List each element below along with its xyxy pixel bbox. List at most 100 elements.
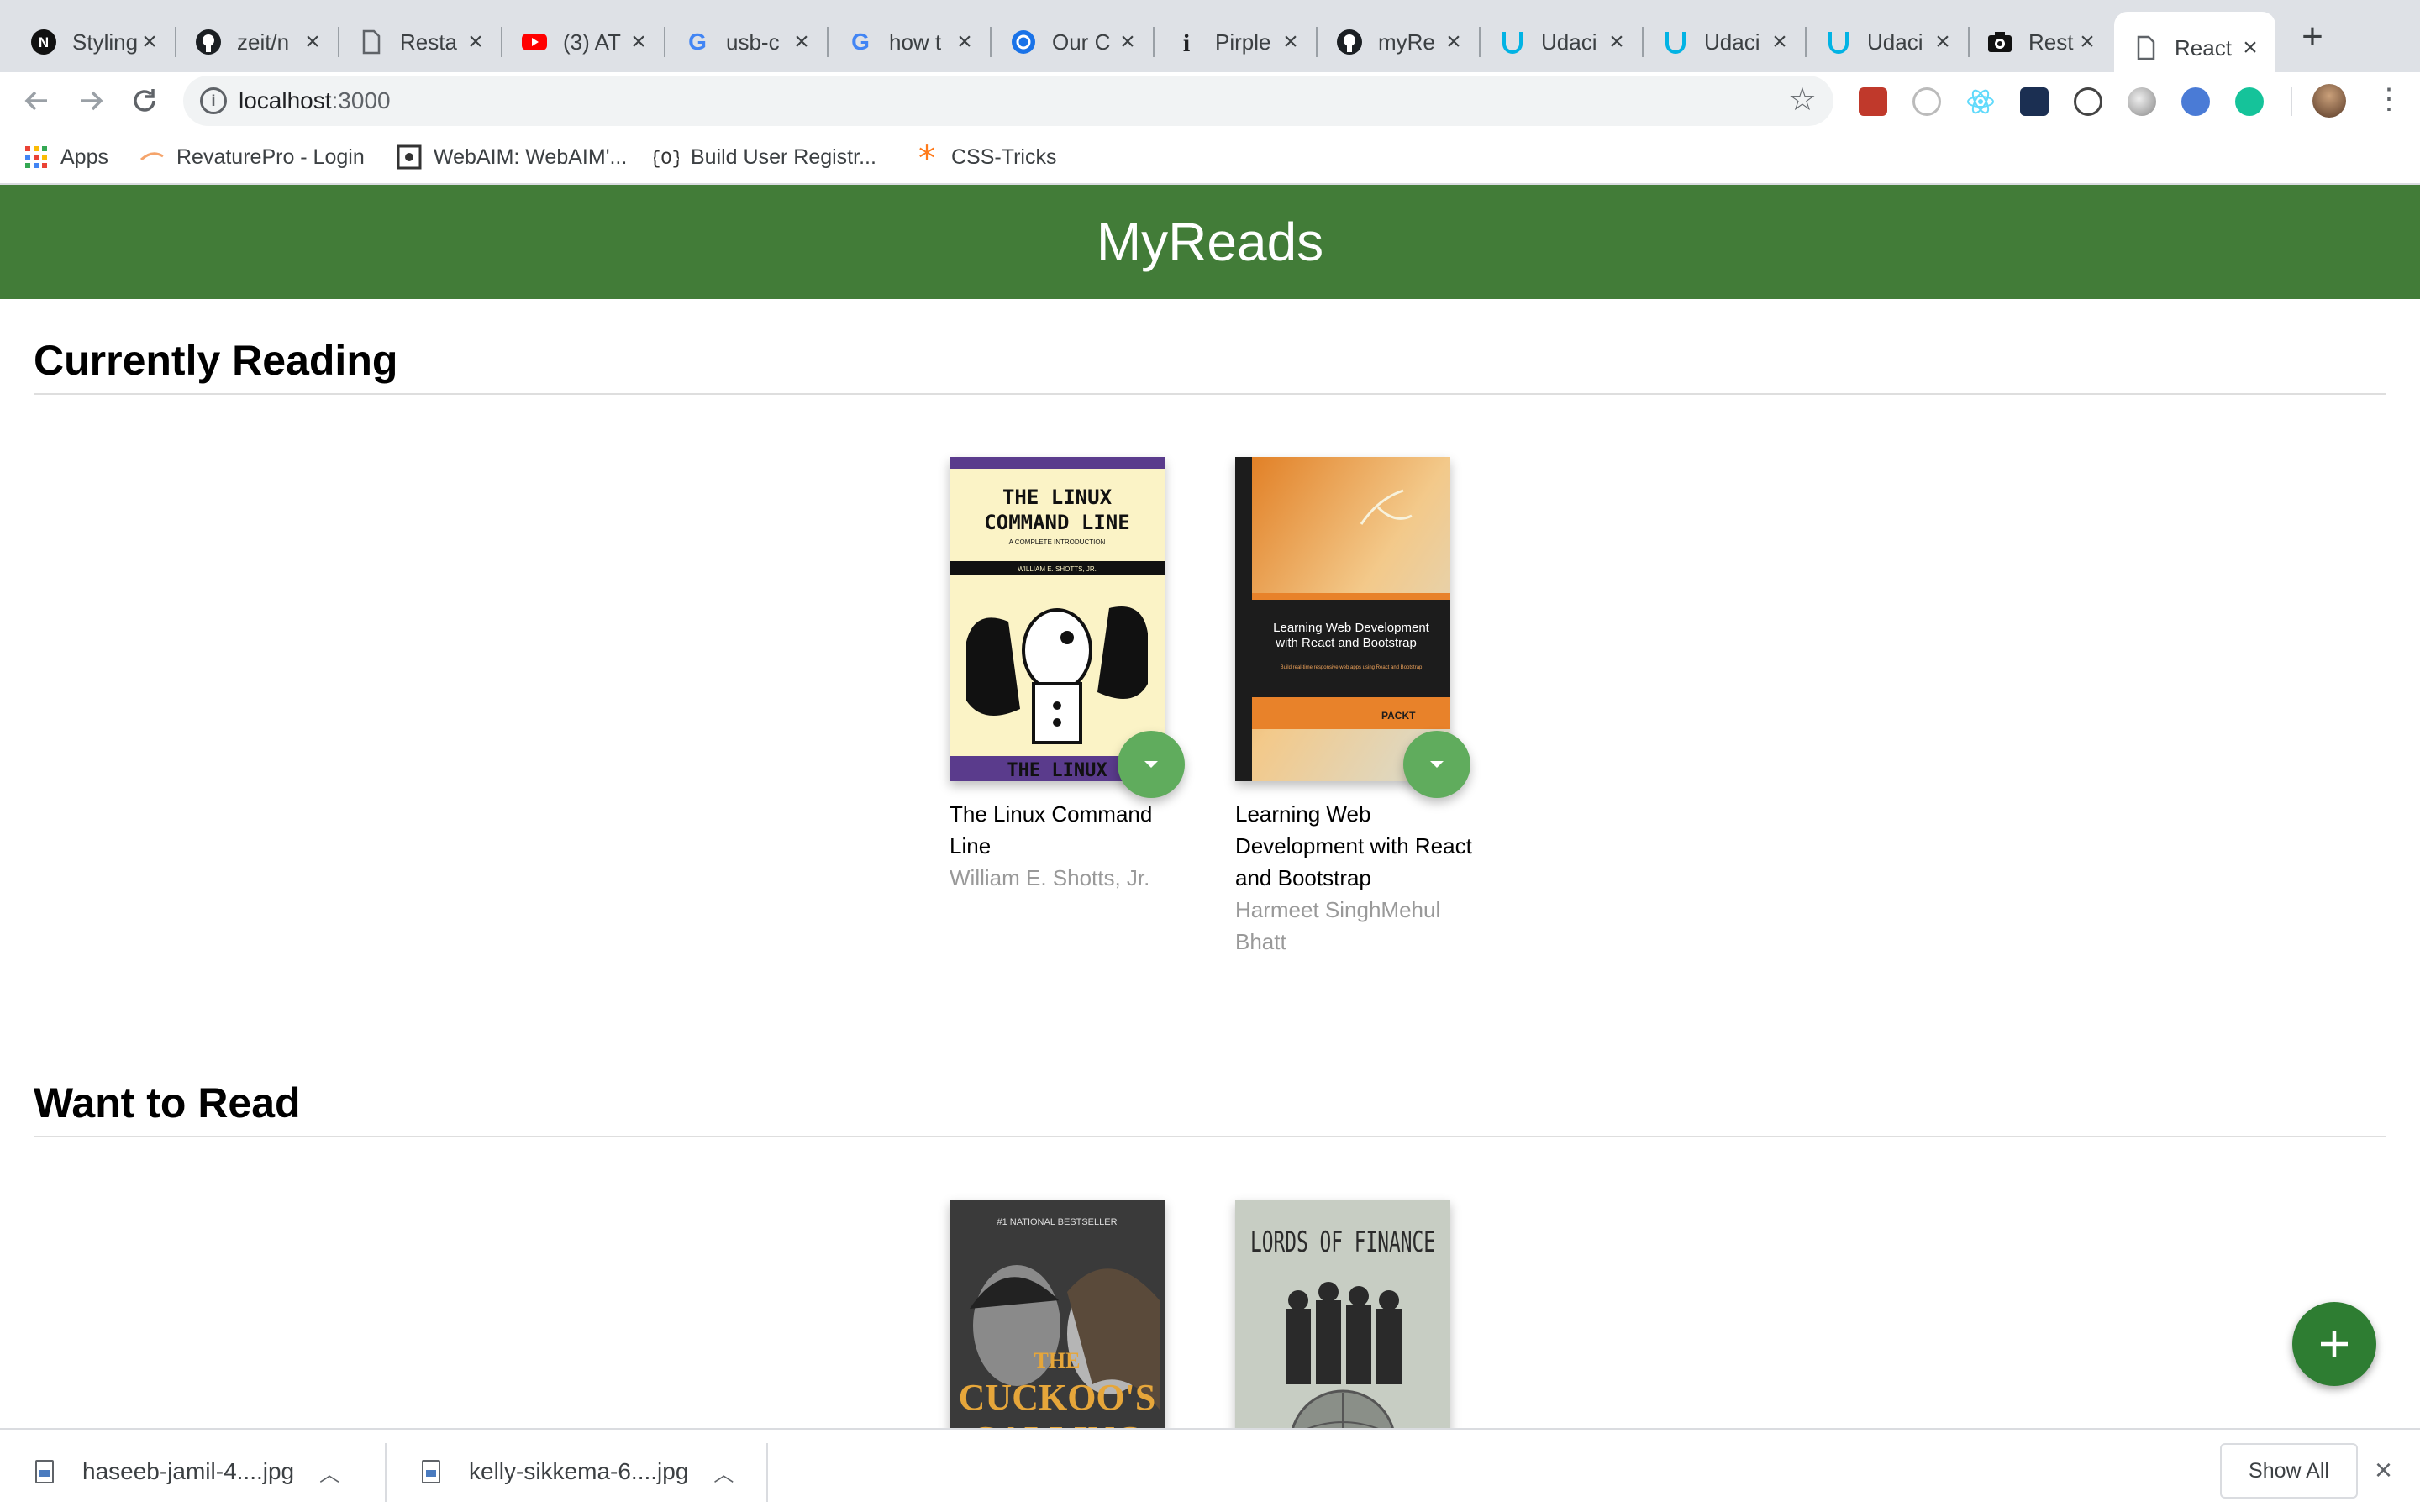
tab-close-icon[interactable]: × xyxy=(1116,29,1139,55)
bookmark-label: Apps xyxy=(60,144,108,169)
bookmark-label: CSS-Tricks xyxy=(951,144,1057,169)
bookmark-css-tricks[interactable]: * CSS-Tricks xyxy=(914,143,1056,171)
download-item[interactable]: haseeb-jamil-4....jpg ︿ xyxy=(0,1430,383,1512)
tab-close-icon[interactable]: × xyxy=(627,29,650,55)
address-url: localhost:3000 xyxy=(239,87,391,114)
book-title: The Linux Command Line xyxy=(950,801,1153,858)
cover-text: with React and Bootstrap xyxy=(1275,636,1417,650)
tab-our[interactable]: Our C × xyxy=(992,13,1153,71)
myreads-app: MyReads Currently Reading THE LINUX COMM… xyxy=(0,185,2420,1428)
book-cover[interactable]: LORDS OF FINANCE xyxy=(1235,1200,1450,1428)
tab-pirple[interactable]: i Pirple × xyxy=(1155,13,1316,71)
tab-close-icon[interactable]: × xyxy=(953,29,976,55)
tab-close-icon[interactable]: × xyxy=(1279,29,1302,55)
shelf-changer-button[interactable] xyxy=(1118,731,1185,798)
show-all-downloads-button[interactable]: Show All xyxy=(2220,1443,2358,1499)
tab-styling[interactable]: N Styling × xyxy=(0,13,175,71)
tab-udacity-3[interactable]: Udaci × xyxy=(1807,13,1968,71)
shelf-divider xyxy=(34,1136,2386,1137)
browser-toolbar: i localhost:3000 ☆ ⋮ xyxy=(0,72,2420,129)
book-cover[interactable]: THE LINUX COMMAND LINE A COMPLETE INTROD… xyxy=(950,457,1165,781)
bookmark-star-icon[interactable]: ☆ xyxy=(1788,81,1817,118)
reload-icon[interactable] xyxy=(128,84,161,118)
book-cover[interactable]: #1 NATIONAL BESTSELLER THE CUCKOO'S CALL… xyxy=(950,1200,1165,1428)
browser-menu-icon[interactable]: ⋮ xyxy=(2375,82,2403,116)
tab-close-icon[interactable]: × xyxy=(790,29,813,55)
forward-arrow-icon[interactable] xyxy=(74,84,108,118)
udacity-icon xyxy=(1825,29,1852,55)
tab-title: Udaci xyxy=(1704,29,1760,55)
book-authors: William E. Shotts, Jr. xyxy=(950,865,1150,890)
cover-text: LORDS OF FINANCE xyxy=(1250,1226,1435,1259)
tab-close-icon[interactable]: × xyxy=(1931,29,1954,55)
tab-close-icon[interactable]: × xyxy=(1442,29,1465,55)
bookmark-label: WebAIM: WebAIM'... xyxy=(434,144,628,169)
bookmark-webaim[interactable]: WebAIM: WebAIM'... xyxy=(397,143,627,171)
image-file-icon xyxy=(422,1460,440,1483)
tab-close-icon[interactable]: × xyxy=(1768,29,1791,55)
tab-close-icon[interactable]: × xyxy=(464,29,487,55)
tab-restu[interactable]: Restu × xyxy=(1970,13,2112,71)
bookmark-label: Build User Registr... xyxy=(691,144,876,169)
toolbar-separator xyxy=(2291,87,2292,116)
tab-close-icon[interactable]: × xyxy=(138,29,161,55)
app-title: MyReads xyxy=(1096,212,1324,272)
tab-title: Our C xyxy=(1052,29,1111,55)
shelf-title-currently-reading: Currently Reading xyxy=(34,337,398,384)
browser-tab-strip: N Styling × zeit/n × Resta × (3) AT × G … xyxy=(0,0,2420,84)
back-arrow-icon[interactable] xyxy=(20,84,54,118)
tab-how[interactable]: G how t × xyxy=(829,13,990,71)
bookmark-apps[interactable]: Apps xyxy=(24,143,108,171)
svg-text:{O}: {O} xyxy=(654,149,679,170)
extension-blue-icon[interactable] xyxy=(2181,87,2210,116)
svg-text:*: * xyxy=(918,144,935,170)
svg-text:N: N xyxy=(39,34,49,50)
extension-dark-icon[interactable] xyxy=(2020,87,2049,116)
site-info-icon[interactable]: i xyxy=(200,87,227,114)
shelf-changer-button[interactable] xyxy=(1403,731,1470,798)
tab-title: (3) AT xyxy=(563,29,621,55)
close-icon[interactable]: × xyxy=(2375,1455,2392,1485)
tab-udacity-2[interactable]: Udaci × xyxy=(1644,13,1805,71)
extension-sphere-icon[interactable] xyxy=(2128,87,2156,116)
svg-text:G: G xyxy=(688,29,707,55)
tab-zeit[interactable]: zeit/n × xyxy=(176,13,338,71)
extension-red-icon[interactable] xyxy=(1859,87,1887,116)
notion-icon: N xyxy=(30,29,57,55)
chevron-up-icon[interactable]: ︿ xyxy=(319,1457,339,1487)
chevron-up-icon[interactable]: ︿ xyxy=(713,1457,734,1487)
tab-youtube[interactable]: (3) AT × xyxy=(502,13,664,71)
extension-gear-icon[interactable] xyxy=(1912,87,1941,116)
profile-avatar[interactable] xyxy=(2312,84,2346,118)
cover-text: WILLIAM E. SHOTTS, JR. xyxy=(1018,565,1097,573)
shelf-divider xyxy=(34,393,2386,395)
new-tab-button[interactable]: + xyxy=(2296,18,2329,55)
tab-close-icon[interactable]: × xyxy=(2075,29,2099,55)
tab-close-icon[interactable]: × xyxy=(2238,35,2262,60)
info-icon: i xyxy=(1173,29,1200,55)
grammarly-icon[interactable] xyxy=(2235,87,2264,116)
download-item[interactable]: kelly-sikkema-6....jpg ︿ xyxy=(387,1430,766,1512)
bookmark-build-user[interactable]: {O} Build User Registr... xyxy=(654,143,876,171)
address-bar[interactable]: i localhost:3000 ☆ xyxy=(183,76,1833,126)
tab-usb[interactable]: G usb-c × xyxy=(666,13,827,71)
tab-close-icon[interactable]: × xyxy=(301,29,324,55)
extension-code-icon[interactable] xyxy=(2074,87,2102,116)
tab-close-icon[interactable]: × xyxy=(1605,29,1628,55)
bookmark-revaturepro[interactable]: RevaturePro - Login xyxy=(139,143,365,171)
tab-myre[interactable]: myRe × xyxy=(1318,13,1479,71)
cover-text: Learning Web Development xyxy=(1273,621,1430,635)
tab-udacity-1[interactable]: Udaci × xyxy=(1481,13,1642,71)
cover-text: CALLING xyxy=(971,1419,1143,1428)
react-devtools-icon[interactable] xyxy=(1966,87,1995,116)
github-icon xyxy=(195,29,222,55)
book-learning-web-development: Learning Web Development with React and … xyxy=(1235,457,1487,954)
cover-text: Build real-time responsive web apps usin… xyxy=(1281,665,1423,670)
tab-resta[interactable]: Resta × xyxy=(339,13,501,71)
cover-text: A COMPLETE INTRODUCTION xyxy=(1009,538,1106,546)
add-book-button[interactable] xyxy=(2292,1302,2376,1386)
youtube-icon xyxy=(521,29,548,55)
udacity-icon xyxy=(1499,29,1526,55)
svg-text:G: G xyxy=(851,29,870,55)
book-cover[interactable]: Learning Web Development with React and … xyxy=(1235,457,1450,781)
